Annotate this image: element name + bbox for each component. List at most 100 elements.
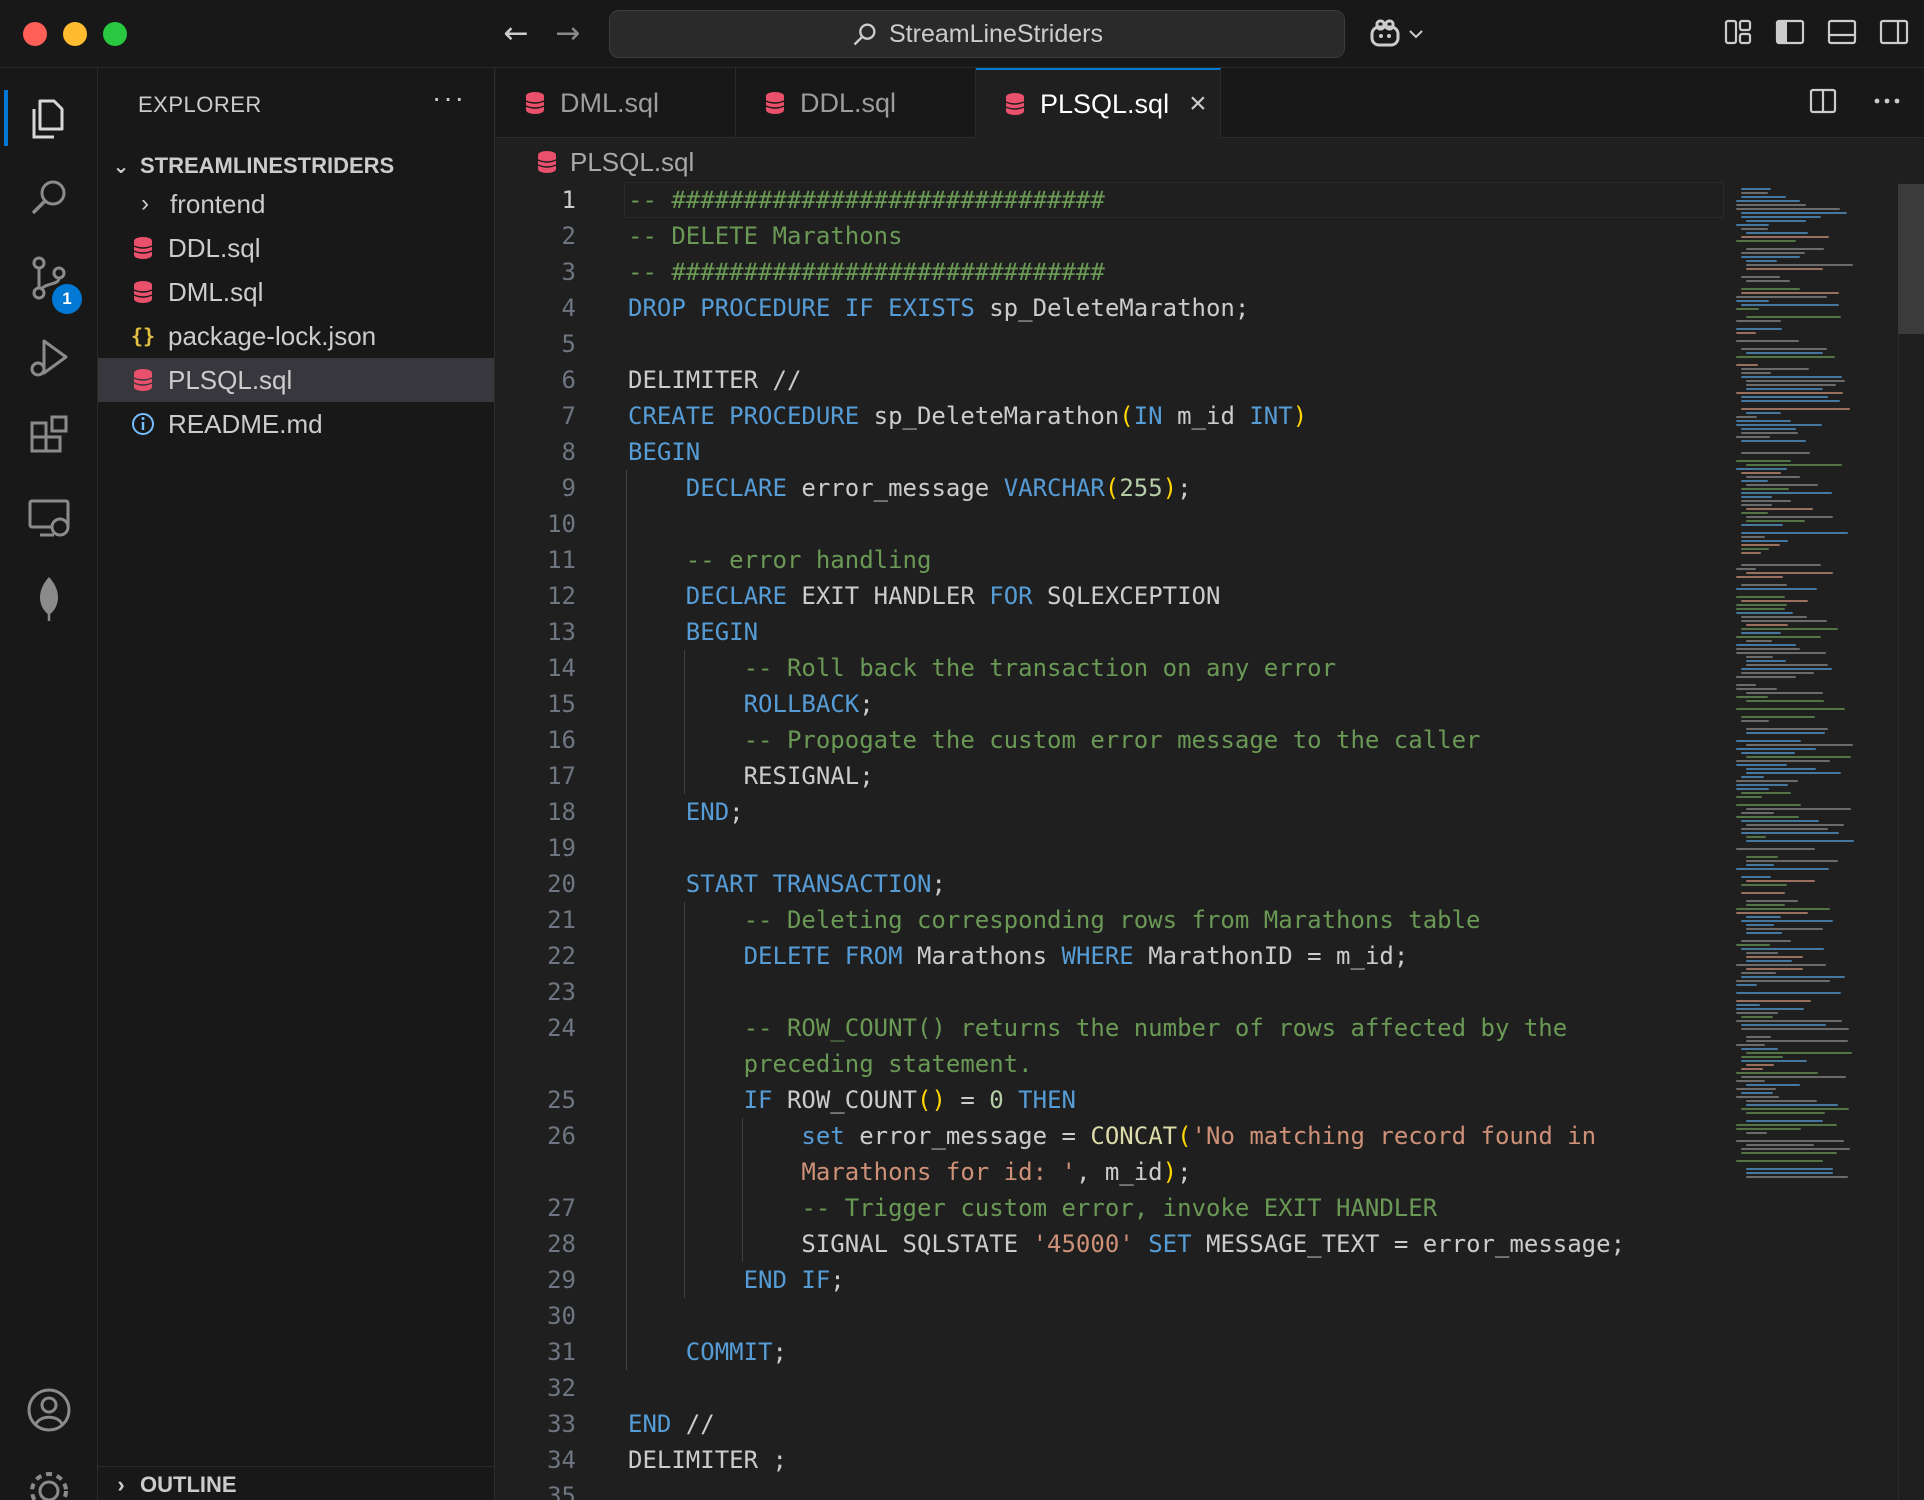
code-line[interactable]: 6 DELIMITER //: [496, 362, 1732, 398]
scrollbar-thumb[interactable]: [1898, 184, 1924, 334]
code-line[interactable]: 24 -- ROW_COUNT() returns the number of …: [496, 1010, 1732, 1046]
code-line[interactable]: 14 -- Roll back the transaction on any e…: [496, 650, 1732, 686]
code-line[interactable]: 4 DROP PROCEDURE IF EXISTS sp_DeleteMarat…: [496, 290, 1732, 326]
minimap-line: [1746, 1120, 1823, 1122]
tree-item-ddl-sql[interactable]: DDL.sql: [98, 226, 494, 270]
tree-item-dml-sql[interactable]: DML.sql: [98, 270, 494, 314]
code-line[interactable]: 19: [496, 830, 1732, 866]
tab-dml-sql[interactable]: DML.sql: [496, 68, 736, 138]
close-icon[interactable]: ×: [1189, 87, 1207, 121]
minimap-line: [1741, 256, 1800, 258]
code-line[interactable]: 5: [496, 326, 1732, 362]
code-line[interactable]: 11 -- error handling: [496, 542, 1732, 578]
toggle-primary-sidebar-icon[interactable]: [1774, 16, 1806, 48]
code-line[interactable]: 18 END;: [496, 794, 1732, 830]
extensions-activity[interactable]: [0, 398, 98, 478]
manage-activity[interactable]: [0, 1458, 98, 1500]
code-text: DECLARE error_message VARCHAR(255);: [628, 470, 1192, 506]
back-arrow-icon[interactable]: ←: [496, 14, 536, 54]
code-line[interactable]: 27 -- Trigger custom error, invoke EXIT …: [496, 1190, 1732, 1226]
tab-ddl-sql[interactable]: DDL.sql: [736, 68, 976, 138]
toggle-secondary-sidebar-icon[interactable]: [1878, 16, 1910, 48]
code-editor[interactable]: 1 -- ############################## 2 -- DE…: [496, 182, 1732, 1500]
code-token: ROW_COUNT: [772, 1086, 917, 1114]
code-token: -- DELETE Marathons: [628, 222, 903, 250]
split-editor-icon[interactable]: [1808, 86, 1838, 116]
code-line[interactable]: 31 COMMIT;: [496, 1334, 1732, 1370]
minimap-line: [1746, 268, 1823, 270]
code-line[interactable]: 30: [496, 1298, 1732, 1334]
more-actions-icon[interactable]: ···: [432, 82, 466, 114]
code-line[interactable]: 21 -- Deleting corresponding rows from M…: [496, 902, 1732, 938]
tree-item-readme-md[interactable]: README.md: [98, 402, 494, 446]
tab-label: DML.sql: [560, 87, 660, 118]
code-line[interactable]: 2 -- DELETE Marathons: [496, 218, 1732, 254]
minimap-line: [1741, 1016, 1773, 1018]
code-line[interactable]: 3 -- ##############################: [496, 254, 1732, 290]
code-line[interactable]: 34 DELIMITER ;: [496, 1442, 1732, 1478]
code-line[interactable]: 1 -- ##############################: [496, 182, 1732, 218]
tree-item-package-lock-json[interactable]: {} package-lock.json: [98, 314, 494, 358]
copilot-menu[interactable]: [1368, 16, 1424, 52]
code-line[interactable]: 26 set error_message = CONCAT('No matchi…: [496, 1118, 1732, 1154]
code-line[interactable]: 15 ROLLBACK;: [496, 686, 1732, 722]
accounts-activity[interactable]: [0, 1370, 98, 1450]
command-center-search[interactable]: StreamLineStriders: [609, 10, 1345, 58]
outline-section-header[interactable]: › OUTLINE: [110, 1468, 236, 1500]
code-text: -- ##############################: [628, 182, 1105, 218]
code-text: -- ROW_COUNT() returns the number of row…: [628, 1010, 1568, 1046]
tab-plsql-sql[interactable]: PLSQL.sql ×: [976, 68, 1221, 138]
run-debug-activity[interactable]: [0, 318, 98, 398]
code-line[interactable]: 7 CREATE PROCEDURE sp_DeleteMarathon(IN m…: [496, 398, 1732, 434]
search-activity[interactable]: [0, 158, 98, 238]
forward-arrow-icon[interactable]: →: [548, 14, 588, 54]
code-token: ;: [1177, 474, 1192, 502]
code-line[interactable]: 32: [496, 1370, 1732, 1406]
close-window-button[interactable]: [23, 22, 47, 46]
minimap-line: [1746, 264, 1853, 266]
indent-guide: [683, 650, 685, 794]
code-line[interactable]: 28 SIGNAL SQLSTATE '45000' SET MESSAGE_T…: [496, 1226, 1732, 1262]
code-line[interactable]: 9 DECLARE error_message VARCHAR(255);: [496, 470, 1732, 506]
code-line[interactable]: 35: [496, 1478, 1732, 1500]
database-icon: [765, 92, 785, 114]
remote-explorer-activity[interactable]: [0, 478, 98, 558]
code-line[interactable]: 20 START TRANSACTION;: [496, 866, 1732, 902]
remote-explorer-icon: [28, 499, 70, 537]
code-line[interactable]: Marathons for id: ', m_id);: [496, 1154, 1732, 1190]
code-token: ): [1162, 474, 1178, 502]
breadcrumb[interactable]: PLSQL.sql: [536, 144, 694, 180]
minimap-line: [1736, 780, 1798, 782]
minimap-line: [1741, 196, 1786, 198]
source-control-activity[interactable]: 1: [0, 238, 98, 318]
code-line[interactable]: 10: [496, 506, 1732, 542]
minimap-line: [1741, 720, 1769, 722]
customize-layout-icon[interactable]: [1722, 16, 1754, 48]
code-line[interactable]: 22 DELETE FROM Marathons WHERE MarathonI…: [496, 938, 1732, 974]
tree-item-plsql-sql[interactable]: PLSQL.sql: [98, 358, 494, 402]
minimap-line: [1746, 1100, 1817, 1102]
code-line[interactable]: 17 RESIGNAL;: [496, 758, 1732, 794]
code-line[interactable]: 23: [496, 974, 1732, 1010]
code-line[interactable]: 12 DECLARE EXIT HANDLER FOR SQLEXCEPTION: [496, 578, 1732, 614]
mongodb-activity[interactable]: [0, 558, 98, 638]
code-line[interactable]: preceding statement.: [496, 1046, 1732, 1082]
vertical-scrollbar[interactable]: [1898, 182, 1924, 1500]
tree-item-frontend[interactable]: › frontend: [98, 182, 494, 226]
minimize-window-button[interactable]: [63, 22, 87, 46]
code-line[interactable]: 29 END IF;: [496, 1262, 1732, 1298]
code-token: COMMIT: [685, 1338, 773, 1366]
toggle-panel-icon[interactable]: [1826, 16, 1858, 48]
code-line[interactable]: 16 -- Propogate the custom error message…: [496, 722, 1732, 758]
code-line[interactable]: 13 BEGIN: [496, 614, 1732, 650]
code-text: IF ROW_COUNT() = 0 THEN: [628, 1082, 1076, 1118]
more-actions-icon[interactable]: [1872, 86, 1902, 116]
workspace-section-header[interactable]: ⌄ STREAMLINESTRIDERS: [110, 148, 395, 184]
minimap-line: [1736, 944, 1770, 946]
maximize-window-button[interactable]: [103, 22, 127, 46]
code-line[interactable]: 25 IF ROW_COUNT() = 0 THEN: [496, 1082, 1732, 1118]
code-line[interactable]: 33 END //: [496, 1406, 1732, 1442]
code-line[interactable]: 8 BEGIN: [496, 434, 1732, 470]
minimap[interactable]: [1732, 182, 1902, 1500]
explorer-activity[interactable]: [0, 78, 98, 158]
